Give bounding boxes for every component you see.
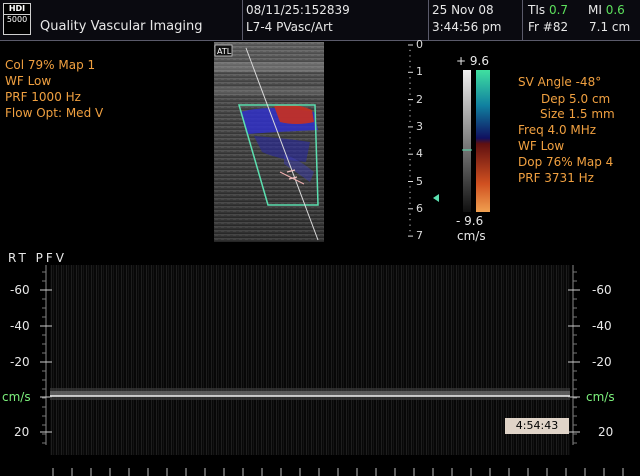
depth-minor-tick <box>409 55 411 57</box>
mi-value: 0.6 <box>605 3 625 17</box>
depth-label: 3 <box>416 119 423 133</box>
depth-minor-tick <box>409 164 411 166</box>
depth-label: 4 <box>416 147 423 161</box>
tissue-band <box>214 62 324 72</box>
header-bar: HDI 5000 Quality Vascular Imaging 08/11/… <box>0 0 640 40</box>
doppler-freq-setting: Freq 4.0 MHz <box>518 123 597 137</box>
header-divider <box>522 0 523 40</box>
depth-minor-tick <box>409 93 411 95</box>
left-scale-label: -20 <box>10 355 30 369</box>
hdi-logo: HDI 5000 <box>3 3 31 35</box>
depth-label: 7 <box>416 229 423 243</box>
depth-minor-tick <box>409 191 411 194</box>
depth-minor-tick <box>409 197 411 199</box>
tissue-band <box>214 87 324 95</box>
depth-minor-tick <box>409 229 411 232</box>
transducer-preset: L7-4 PVasc/Art <box>246 20 333 34</box>
depth-minor-tick <box>409 213 411 215</box>
left-scale-label: 20 <box>14 425 30 439</box>
doppler-prf-setting: PRF 3731 Hz <box>518 171 594 185</box>
color-bar-top-value: + 9.6 <box>456 54 489 68</box>
color-bar-bottom-value: - 9.6 <box>456 214 484 228</box>
depth-minor-tick <box>409 109 411 112</box>
depth-label: 1 <box>416 65 423 79</box>
depth-minor-tick <box>409 120 411 123</box>
spectral-timestamp: 4:54:43 <box>505 418 569 434</box>
left-scale-label: -40 <box>10 319 30 333</box>
wall-filter-setting: WF Low <box>5 74 52 88</box>
right-scale-unit: cm/s <box>586 390 615 404</box>
depth-minor-tick <box>409 131 411 134</box>
depth-minor-tick <box>409 219 411 221</box>
spectral-doppler-display <box>40 265 624 476</box>
color-velocity-bar <box>462 70 490 212</box>
mi-label: MI <box>588 3 602 17</box>
frame-number: Fr #82 <box>528 20 569 34</box>
doppler-wf-setting: WF Low <box>518 139 565 153</box>
depth-label: 0 <box>416 38 423 51</box>
tis-label: TIs <box>528 3 546 17</box>
depth-minor-tick <box>409 77 411 79</box>
focus-marker <box>433 194 439 202</box>
left-scale-label: -60 <box>10 283 30 297</box>
color-map-setting: Col 79% Map 1 <box>5 58 96 72</box>
flow-opt-setting: Flow Opt: Med V <box>5 106 104 120</box>
depth-minor-tick <box>409 224 411 226</box>
header-divider <box>428 0 429 40</box>
depth-minor-tick <box>409 175 411 177</box>
depth-minor-tick <box>409 115 411 117</box>
depth-label: 6 <box>416 201 423 215</box>
right-scale-label: -40 <box>592 319 612 333</box>
exam-date: 25 Nov 08 <box>432 3 494 17</box>
left-scale-unit: cm/s <box>2 390 31 404</box>
depth-minor-tick <box>409 49 411 52</box>
depth-minor-tick <box>409 104 411 106</box>
depth-minor-tick <box>409 158 411 161</box>
right-scale-label: -60 <box>592 283 612 297</box>
velocity-color-bar <box>476 70 490 212</box>
tis-value: 0.7 <box>548 3 569 17</box>
depth-minor-tick <box>409 137 411 139</box>
right-scale-label: -20 <box>592 355 612 369</box>
image-depth: 7.1 cm <box>589 20 631 34</box>
sample-depth-setting: Dep 5.0 cm <box>541 92 611 106</box>
header-divider <box>242 0 243 40</box>
logo-top-text: HDI <box>4 4 30 15</box>
depth-minor-tick <box>409 82 411 84</box>
depth-minor-tick <box>409 202 411 205</box>
depth-minor-tick <box>409 87 411 90</box>
sv-angle-setting: SV Angle -48° <box>518 75 602 89</box>
spectral-noise-background <box>50 265 570 455</box>
depth-minor-tick <box>409 142 411 144</box>
color-bar-unit: cm/s <box>457 229 486 243</box>
tis-readout: TIs 0.7 <box>528 3 568 17</box>
depth-minor-tick <box>409 186 411 188</box>
mi-readout: MI 0.6 <box>588 3 625 17</box>
doppler-gain-map-setting: Dop 76% Map 4 <box>518 155 614 169</box>
bmode-image: ATL <box>214 42 324 242</box>
depth-minor-tick <box>409 66 411 68</box>
depth-minor-tick <box>409 169 411 172</box>
color-prf-setting: PRF 1000 Hz <box>5 90 81 104</box>
depth-minor-tick <box>409 60 411 63</box>
sample-size-setting: Size 1.5 mm <box>540 107 615 121</box>
header-separator <box>0 40 640 41</box>
right-scale-label: 20 <box>598 425 614 439</box>
atl-logo: ATL <box>217 47 232 56</box>
depth-label: 5 <box>416 174 423 188</box>
depth-minor-tick <box>409 148 411 150</box>
depth-label: 2 <box>416 92 423 106</box>
logo-bottom-text: 5000 <box>6 15 28 24</box>
grayscale-bar <box>463 70 471 212</box>
institution-name: Quality Vascular Imaging <box>40 19 203 34</box>
patient-id: 08/11/25:152839 <box>246 3 350 17</box>
exam-time: 3:44:56 pm <box>432 20 502 34</box>
